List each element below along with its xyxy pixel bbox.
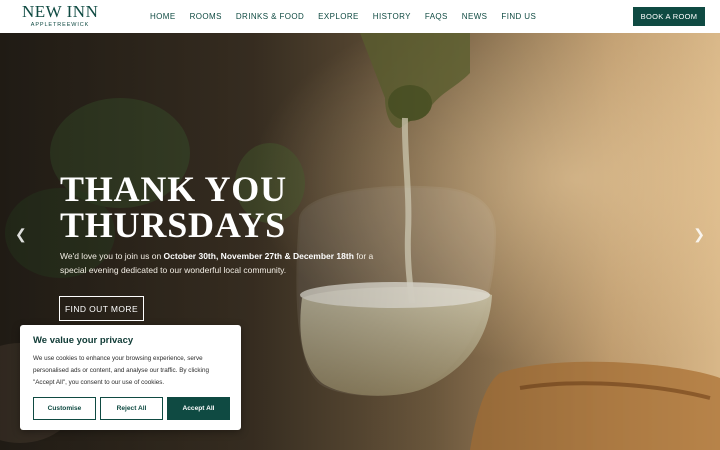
hero-text-dates: October 30th, November 27th & December 1…: [163, 251, 354, 261]
cookie-text: We use cookies to enhance your browsing …: [33, 355, 209, 386]
nav-news[interactable]: NEWS: [462, 12, 488, 21]
nav-history[interactable]: HISTORY: [373, 12, 411, 21]
hero-title-line1: THANK YOU: [60, 169, 287, 209]
logo-location: APPLETREEWICK: [30, 22, 90, 28]
logo-name: NEW INN: [22, 2, 99, 21]
reject-all-button[interactable]: Reject All: [100, 397, 163, 420]
cookie-actions: Customise Reject All Accept All: [33, 397, 230, 420]
nav-home[interactable]: HOME: [150, 12, 176, 21]
nav-rooms[interactable]: ROOMS: [190, 12, 222, 21]
nav-faqs[interactable]: FAQS: [425, 12, 448, 21]
site-header: NEW INN APPLETREEWICK HOME ROOMS DRINKS …: [0, 0, 720, 33]
hero-title: THANK YOU THURSDAYS: [60, 171, 287, 243]
accept-all-button[interactable]: Accept All: [167, 397, 230, 420]
chevron-right-icon[interactable]: ❯: [693, 226, 705, 243]
hero-title-line2: THURSDAYS: [60, 205, 286, 245]
nav-drinks-food[interactable]: DRINKS & FOOD: [236, 12, 304, 21]
hero-description: We'd love you to join us on October 30th…: [60, 249, 390, 277]
cookie-title: We value your privacy: [33, 335, 134, 346]
nav-find-us[interactable]: FIND US: [501, 12, 536, 21]
site-logo[interactable]: NEW INN APPLETREEWICK: [22, 3, 98, 28]
cookie-banner: We value your privacy We use cookies to …: [20, 325, 241, 430]
main-nav: HOME ROOMS DRINKS & FOOD EXPLORE HISTORY…: [143, 0, 543, 33]
customise-button[interactable]: Customise: [33, 397, 96, 420]
hero-text-pre: We'd love you to join us on: [60, 251, 164, 261]
chevron-left-icon[interactable]: ❮: [15, 226, 27, 243]
book-room-button[interactable]: BOOK A ROOM: [633, 7, 705, 26]
find-out-more-button[interactable]: FIND OUT MORE: [59, 296, 144, 321]
nav-explore[interactable]: EXPLORE: [318, 12, 359, 21]
